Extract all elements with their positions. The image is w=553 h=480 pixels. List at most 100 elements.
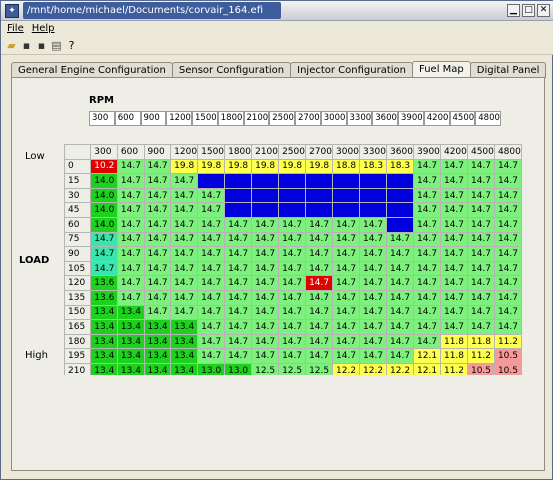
fuel-cell[interactable]: 14.7 [116, 289, 145, 306]
fuel-cell[interactable]: 14.7 [466, 158, 495, 175]
fuel-cell[interactable]: 14.7 [278, 289, 307, 306]
fuel-cell[interactable]: 14.7 [359, 231, 388, 248]
fuel-cell[interactable]: 14.7 [439, 187, 468, 204]
fuel-cell[interactable]: 14.7 [197, 260, 226, 277]
fuel-cell[interactable]: 14.7 [224, 260, 253, 277]
fuel-cell[interactable]: 14.7 [466, 231, 495, 248]
fuel-cell[interactable]: 19.8 [197, 158, 226, 175]
fuel-cell[interactable] [278, 202, 307, 218]
fuel-cell[interactable]: 13.4 [90, 319, 118, 335]
fuel-cell[interactable]: 13.4 [116, 348, 145, 364]
rpm-input[interactable]: 2500 [269, 111, 295, 126]
rpm-input[interactable]: 1200 [166, 111, 192, 126]
fuel-cell[interactable]: 18.3 [359, 158, 388, 175]
fuel-cell[interactable] [386, 173, 414, 189]
fuel-cell[interactable]: 14.0 [90, 187, 118, 204]
fuel-cell[interactable]: 14.7 [332, 246, 361, 262]
fuel-cell[interactable]: 19.8 [278, 158, 307, 175]
title-bar[interactable]: ✦ /mnt/home/michael/Documents/corvair_16… [1, 1, 553, 21]
fuel-cell[interactable]: 13.4 [170, 333, 199, 350]
fuel-cell[interactable]: 14.7 [116, 231, 145, 248]
fuel-cell[interactable]: 14.7 [143, 202, 172, 218]
fuel-cell[interactable]: 14.7 [466, 173, 495, 189]
fuel-cell[interactable]: 11.8 [439, 333, 468, 350]
fuel-cell[interactable]: 14.7 [332, 231, 361, 248]
fuel-cell[interactable]: 14.7 [251, 348, 280, 364]
fuel-cell[interactable]: 14.7 [359, 260, 388, 277]
fuel-cell[interactable]: 14.7 [305, 260, 334, 277]
fuel-cell[interactable] [359, 173, 388, 189]
fuel-cell[interactable]: 14.7 [413, 260, 441, 277]
fuel-cell[interactable]: 19.8 [170, 158, 199, 175]
fuel-cell[interactable]: 14.7 [251, 275, 280, 291]
fuel-cell[interactable]: 12.5 [278, 362, 307, 375]
fuel-cell[interactable]: 10.5 [493, 362, 522, 375]
fuel-cell[interactable]: 14.7 [493, 289, 522, 306]
fuel-cell[interactable]: 14.7 [493, 275, 522, 291]
rpm-input[interactable]: 4200 [423, 111, 450, 126]
fuel-cell[interactable]: 14.7 [493, 202, 522, 218]
fuel-cell[interactable]: 14.7 [439, 289, 468, 306]
fuel-cell[interactable]: 14.7 [439, 246, 468, 262]
maximize-button[interactable]: □ [522, 4, 535, 17]
fuel-cell[interactable] [305, 202, 334, 218]
menu-file[interactable]: File [7, 21, 24, 37]
tab-sensor-configuration[interactable]: Sensor Configuration [171, 62, 292, 78]
fuel-cell[interactable]: 14.7 [493, 260, 522, 277]
fuel-cell[interactable]: 14.7 [197, 231, 226, 248]
fuel-cell[interactable]: 14.7 [251, 333, 280, 350]
fuel-cell[interactable]: 14.7 [359, 216, 388, 233]
fuel-cell[interactable]: 14.7 [493, 246, 522, 262]
fuel-cell[interactable]: 14.7 [224, 275, 253, 291]
help-icon[interactable]: ? [65, 39, 78, 52]
fuel-cell[interactable]: 14.7 [493, 304, 522, 321]
fuel-cell[interactable]: 18.3 [386, 158, 414, 175]
fuel-cell[interactable]: 14.7 [493, 231, 522, 248]
fuel-cell[interactable]: 14.7 [305, 319, 334, 335]
fuel-cell[interactable]: 14.7 [143, 260, 172, 277]
fuel-cell[interactable]: 12.2 [332, 362, 361, 375]
fuel-cell[interactable]: 14.7 [143, 304, 172, 321]
fuel-cell[interactable]: 14.7 [116, 260, 145, 277]
fuel-cell[interactable]: 14.7 [466, 275, 495, 291]
fuel-cell[interactable]: 12.5 [305, 362, 334, 375]
fuel-cell[interactable]: 14.7 [386, 246, 414, 262]
fuel-cell[interactable]: 14.7 [332, 348, 361, 364]
fuel-cell[interactable]: 14.7 [413, 202, 441, 218]
fuel-cell[interactable]: 14.7 [197, 216, 226, 233]
fuel-cell[interactable]: 14.7 [439, 173, 468, 189]
fuel-cell[interactable]: 12.5 [251, 362, 280, 375]
fuel-cell[interactable]: 14.7 [439, 202, 468, 218]
fuel-cell[interactable]: 14.7 [305, 231, 334, 248]
fuel-cell[interactable]: 14.7 [332, 216, 361, 233]
fuel-cell[interactable]: 14.7 [332, 333, 361, 350]
fuel-cell[interactable]: 14.7 [197, 187, 226, 204]
fuel-cell[interactable]: 14.7 [305, 289, 334, 306]
fuel-cell[interactable]: 14.7 [332, 260, 361, 277]
fuel-cell[interactable]: 14.7 [278, 319, 307, 335]
fuel-cell[interactable]: 14.7 [413, 304, 441, 321]
fuel-cell[interactable]: 14.7 [386, 304, 414, 321]
fuel-cell[interactable] [224, 202, 253, 218]
tab-general-engine-configuration[interactable]: General Engine Configuration [11, 62, 173, 78]
fuel-cell[interactable] [251, 173, 280, 189]
fuel-cell[interactable]: 14.7 [170, 289, 199, 306]
fuel-cell[interactable]: 14.7 [332, 275, 361, 291]
fuel-cell[interactable]: 14.7 [251, 260, 280, 277]
fuel-cell[interactable]: 14.7 [278, 231, 307, 248]
fuel-cell[interactable]: 14.7 [466, 187, 495, 204]
fuel-cell[interactable]: 14.7 [170, 231, 199, 248]
fuel-cell[interactable] [278, 173, 307, 189]
fuel-cell[interactable]: 14.7 [197, 333, 226, 350]
fuel-cell[interactable] [224, 187, 253, 204]
fuel-cell[interactable]: 13.4 [90, 304, 118, 321]
fuel-cell[interactable]: 14.7 [466, 304, 495, 321]
menu-help[interactable]: Help [32, 21, 55, 37]
fuel-cell[interactable]: 14.7 [278, 216, 307, 233]
rpm-input[interactable]: 1500 [192, 111, 218, 126]
fuel-cell[interactable]: 14.7 [466, 260, 495, 277]
fuel-cell[interactable]: 14.7 [439, 216, 468, 233]
fuel-cell[interactable]: 14.7 [466, 202, 495, 218]
fuel-cell[interactable]: 19.8 [251, 158, 280, 175]
fuel-cell[interactable]: 13.6 [90, 289, 118, 306]
